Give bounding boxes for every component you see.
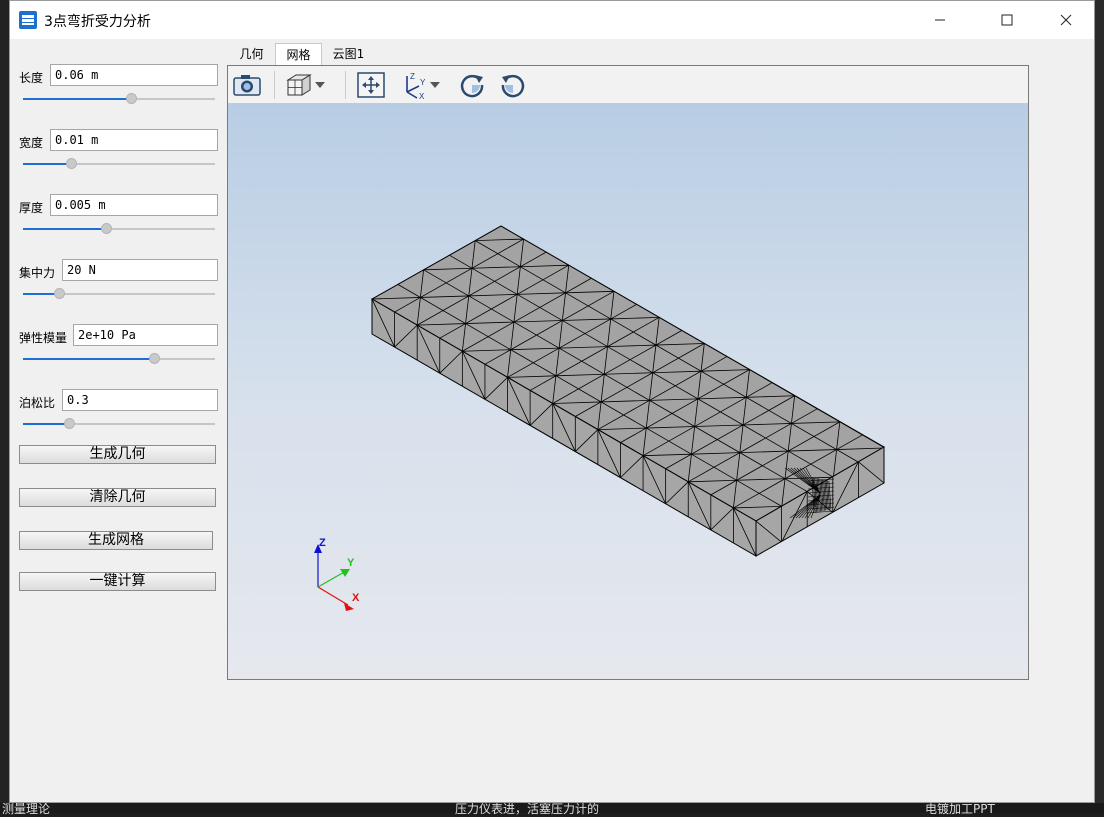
poisson-ratio-field[interactable]: 0.3 xyxy=(62,389,218,411)
title-bar[interactable]: 3点弯折受力分析 xyxy=(10,1,1094,39)
toolbar-separator xyxy=(274,71,275,99)
generate-geometry-button[interactable]: 生成几何 xyxy=(19,445,216,464)
minimize-icon xyxy=(935,19,945,21)
one-click-compute-button[interactable]: 一键计算 xyxy=(19,572,216,591)
view-cube-icon[interactable] xyxy=(283,70,315,100)
chevron-down-icon[interactable] xyxy=(427,70,443,100)
force-field[interactable]: 20 N xyxy=(62,259,218,281)
thickness-slider[interactable] xyxy=(23,223,215,234)
slider-handle[interactable] xyxy=(54,288,65,299)
svg-text:Z: Z xyxy=(410,72,415,81)
length-label: 长度 xyxy=(19,71,44,85)
rotate-counterclockwise-icon[interactable] xyxy=(497,70,529,100)
slider-handle[interactable] xyxy=(64,418,75,429)
viewer-toolbar: Z Y X xyxy=(228,66,1028,104)
generate-mesh-button[interactable]: 生成网格 xyxy=(19,531,213,550)
tab-geometry[interactable]: 几何 xyxy=(230,43,273,65)
close-button[interactable] xyxy=(1043,1,1089,39)
width-label: 宽度 xyxy=(19,136,44,150)
maximize-icon xyxy=(1001,14,1013,26)
thickness-field[interactable]: 0.005 m xyxy=(50,194,218,216)
maximize-button[interactable] xyxy=(984,1,1030,39)
svg-text:Y: Y xyxy=(420,78,426,87)
chevron-down-icon[interactable] xyxy=(312,70,328,100)
width-slider[interactable] xyxy=(23,158,215,169)
rotate-clockwise-icon[interactable] xyxy=(456,70,488,100)
desktop-taskbar-strip: 测量理论 压力仪表进，活塞压力计的 电镀加工PPT xyxy=(0,802,1104,816)
thickness-label: 厚度 xyxy=(19,201,44,215)
orientation-triad: Z Y X xyxy=(314,537,360,611)
slider-fill xyxy=(23,163,71,165)
slider-fill xyxy=(23,423,69,425)
axis-label-x: X xyxy=(352,592,360,604)
poisson-ratio-slider[interactable] xyxy=(23,418,215,429)
length-slider[interactable] xyxy=(23,93,215,104)
poisson-ratio-label: 泊松比 xyxy=(19,396,56,410)
youngs-modulus-field[interactable]: 2e+10 Pa xyxy=(73,324,218,346)
force-slider[interactable] xyxy=(23,288,215,299)
slider-handle[interactable] xyxy=(66,158,77,169)
tab-mesh[interactable]: 网格 xyxy=(275,43,322,65)
slider-fill xyxy=(23,358,154,360)
axis-label-y: Y xyxy=(347,557,355,569)
clear-geometry-button[interactable]: 清除几何 xyxy=(19,488,216,507)
mesh-viewer: Z Y X Z Y X xyxy=(227,65,1029,680)
force-label: 集中力 xyxy=(19,266,56,280)
youngs-modulus-slider[interactable] xyxy=(23,353,215,364)
tab-contour[interactable]: 云图1 xyxy=(326,43,371,65)
axes-orientation-icon[interactable]: Z Y X xyxy=(398,70,430,100)
app-logo-icon xyxy=(19,11,37,29)
svg-text:X: X xyxy=(419,92,425,100)
window-title: 3点弯折受力分析 xyxy=(44,14,151,30)
youngs-modulus-label: 弹性模量 xyxy=(19,331,68,345)
render-canvas[interactable]: Z Y X xyxy=(228,103,1028,679)
mesh-model[interactable]: Z Y X xyxy=(228,103,1028,679)
app-window: 3点弯折受力分析 长度 0.06 m 宽度 0.01 m 厚度 0.005 m xyxy=(9,0,1095,803)
slider-handle[interactable] xyxy=(101,223,112,234)
close-icon xyxy=(1060,14,1072,26)
slider-handle[interactable] xyxy=(149,353,160,364)
toolbar-separator xyxy=(345,71,346,99)
width-field[interactable]: 0.01 m xyxy=(50,129,218,151)
minimize-button[interactable] xyxy=(917,1,963,39)
slider-fill xyxy=(23,98,131,100)
fit-view-icon[interactable] xyxy=(355,70,387,100)
slider-handle[interactable] xyxy=(126,93,137,104)
length-field[interactable]: 0.06 m xyxy=(50,64,218,86)
camera-icon[interactable] xyxy=(231,70,263,100)
slider-fill xyxy=(23,228,106,230)
axis-label-z: Z xyxy=(319,537,326,549)
